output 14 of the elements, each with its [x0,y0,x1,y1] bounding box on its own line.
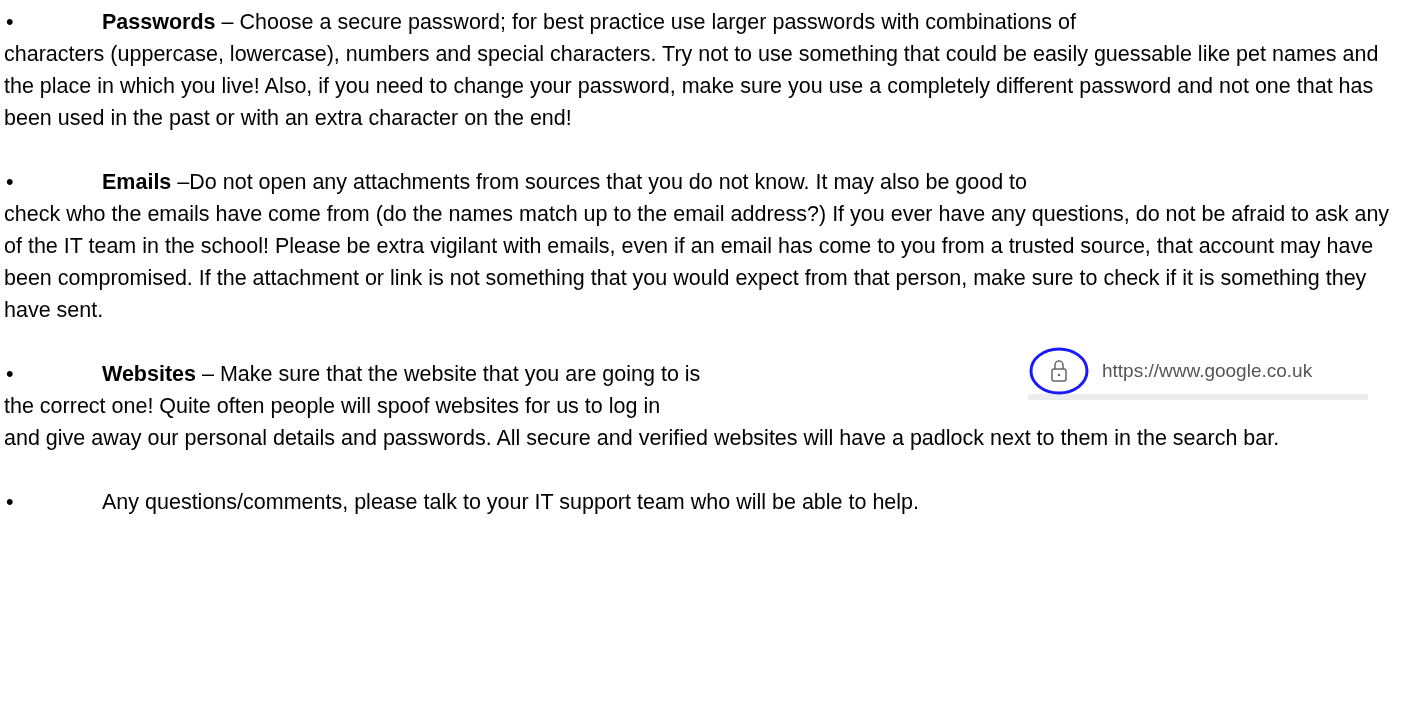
url-text: https://www.google.co.uk [1102,359,1313,383]
bullet: • [5,9,15,36]
paragraph-lead: Any questions/comments, please talk to your IT support team who will be able to help. [102,489,920,516]
bullet: • [5,489,15,516]
paragraph-lead: Emails –Do not open any attachments from sources that you do not know. It may also be good to [102,169,1028,196]
bullet: • [5,361,15,388]
circled-padlock-icon [1028,346,1090,396]
paragraph-lead: Websites – Make sure that the website that you are going to is [102,361,701,388]
paragraph-text: check who the emails have come from (do the names match up to the email address?) If you ever have any questions, do not be afraid to ask any of the IT team in the school! Please be extra vigilant with emails, even if an email has come to you from a trusted source, that account may have been compromised. If the attachment or link is not something that you would expect from that person, make sure to check if it is something they have sent. [4,201,1391,324]
paragraph-lead: Passwords – Choose a secure password; for best practice use larger passwords with combinations of [102,9,1076,36]
bullet: • [5,169,15,196]
paragraph-text: and give away our personal details and passwords. All secure and verified websites will have a padlock next to them in the search bar. [4,425,1281,452]
paragraph-text: characters (uppercase, lowercase), numbers and special characters. Try not to use something that could be easily guessable like pet names and the place in which you live! Also, if you need to change your password, make sure you use a completely different password and not one that has been used in the past or with an extra character on the end! [4,41,1380,132]
paragraph-text: the correct one! Quite often people will spoof websites for us to log in [4,393,662,420]
